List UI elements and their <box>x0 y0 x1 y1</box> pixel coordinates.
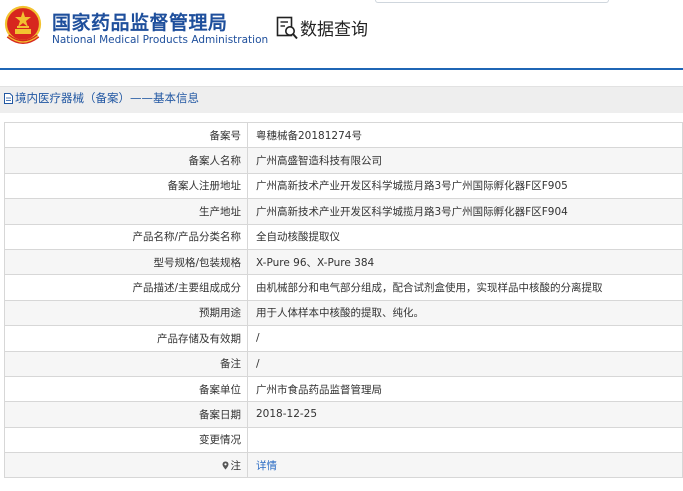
site-title-english[interactable]: National Medical Products Administration <box>52 34 268 46</box>
field-value: 广州高盛智造科技有限公司 <box>247 147 683 174</box>
breadcrumb-text: 境内医疗器械（备案）——基本信息 <box>15 91 199 105</box>
header-divider <box>0 68 683 70</box>
table-row: 型号规格/包装规格 X-Pure 96、X-Pure 384 <box>4 248 683 276</box>
field-label: 备案日期 <box>4 401 248 428</box>
table-row: 备案人名称 广州高盛智造科技有限公司 <box>4 147 683 174</box>
site-title[interactable]: 国家药品监督管理局 <box>52 8 228 35</box>
field-value: 广州高新技术产业开发区科学城揽月路3号广州国际孵化器F区F905 <box>247 172 683 200</box>
field-value <box>247 426 683 454</box>
field-value: 由机械部分和电气部分组成，配合试剂盒使用，实现样品中核酸的分离提取 <box>247 274 683 301</box>
site-header: 国家药品监督管理局 National Medical Products Admi… <box>0 0 683 70</box>
field-label: 生产地址 <box>4 198 248 225</box>
field-value: 2018-12-25 <box>247 401 683 428</box>
table-row: 生产地址 广州高新技术产业开发区科学城揽月路3号广州国际孵化器F区F904 <box>4 198 683 225</box>
note-label-cell: 注 <box>4 452 248 479</box>
field-label: 变更情况 <box>4 426 248 454</box>
field-label: 产品名称/产品分类名称 <box>4 223 248 250</box>
field-label: 产品存储及有效期 <box>4 325 248 352</box>
table-row: 备案单位 广州市食品药品监督管理局 <box>4 375 683 403</box>
table-row: 备案人注册地址 广州高新技术产业开发区科学城揽月路3号广州国际孵化器F区F905 <box>4 172 683 200</box>
field-value: / <box>247 350 683 377</box>
record-detail-table: 备案号 粤穗械备20181274号 备案人名称 广州高盛智造科技有限公司 备案人注册… <box>4 121 683 479</box>
breadcrumb: 境内医疗器械（备案）——基本信息 <box>4 90 199 106</box>
field-label: 备案单位 <box>4 375 248 403</box>
field-value: 用于人体样本中核酸的提取、纯化。 <box>247 299 683 327</box>
location-pin-icon <box>222 461 228 470</box>
field-value: 广州高新技术产业开发区科学城揽月路3号广州国际孵化器F区F904 <box>247 198 683 225</box>
field-label: 备案人注册地址 <box>4 172 248 200</box>
search-box-edge[interactable] <box>375 0 609 3</box>
field-label: 备注 <box>4 350 248 377</box>
field-label: 产品描述/主要组成成分 <box>4 274 248 301</box>
note-value: 详情 <box>247 452 683 479</box>
field-value: / <box>247 325 683 352</box>
field-value: 广州市食品药品监督管理局 <box>247 375 683 403</box>
data-query-icon <box>276 16 298 40</box>
field-value: X-Pure 96、X-Pure 384 <box>247 248 683 276</box>
document-icon <box>4 92 13 104</box>
table-row: 产品存储及有效期 / <box>4 325 683 352</box>
national-emblem-icon <box>4 5 42 44</box>
note-label: 注 <box>230 459 242 472</box>
field-value: 全自动核酸提取仪 <box>247 223 683 250</box>
field-label: 备案号 <box>4 121 248 149</box>
detail-link[interactable]: 详情 <box>256 460 277 472</box>
table-row: 产品描述/主要组成成分 由机械部分和电气部分组成，配合试剂盒使用，实现样品中核酸的… <box>4 274 683 301</box>
table-row: 产品名称/产品分类名称 全自动核酸提取仪 <box>4 223 683 250</box>
field-label: 备案人名称 <box>4 147 248 174</box>
table-row: 变更情况 <box>4 426 683 454</box>
field-value: 粤穗械备20181274号 <box>247 121 683 149</box>
field-label: 型号规格/包装规格 <box>4 248 248 276</box>
table-row: 预期用途 用于人体样本中核酸的提取、纯化。 <box>4 299 683 327</box>
table-row: 备案日期 2018-12-25 <box>4 401 683 428</box>
table-row: 备注 / <box>4 350 683 377</box>
data-query-title: 数据查询 <box>300 20 368 40</box>
table-row: 注 详情 <box>4 452 683 479</box>
table-row: 备案号 粤穗械备20181274号 <box>4 121 683 149</box>
field-label: 预期用途 <box>4 299 248 327</box>
